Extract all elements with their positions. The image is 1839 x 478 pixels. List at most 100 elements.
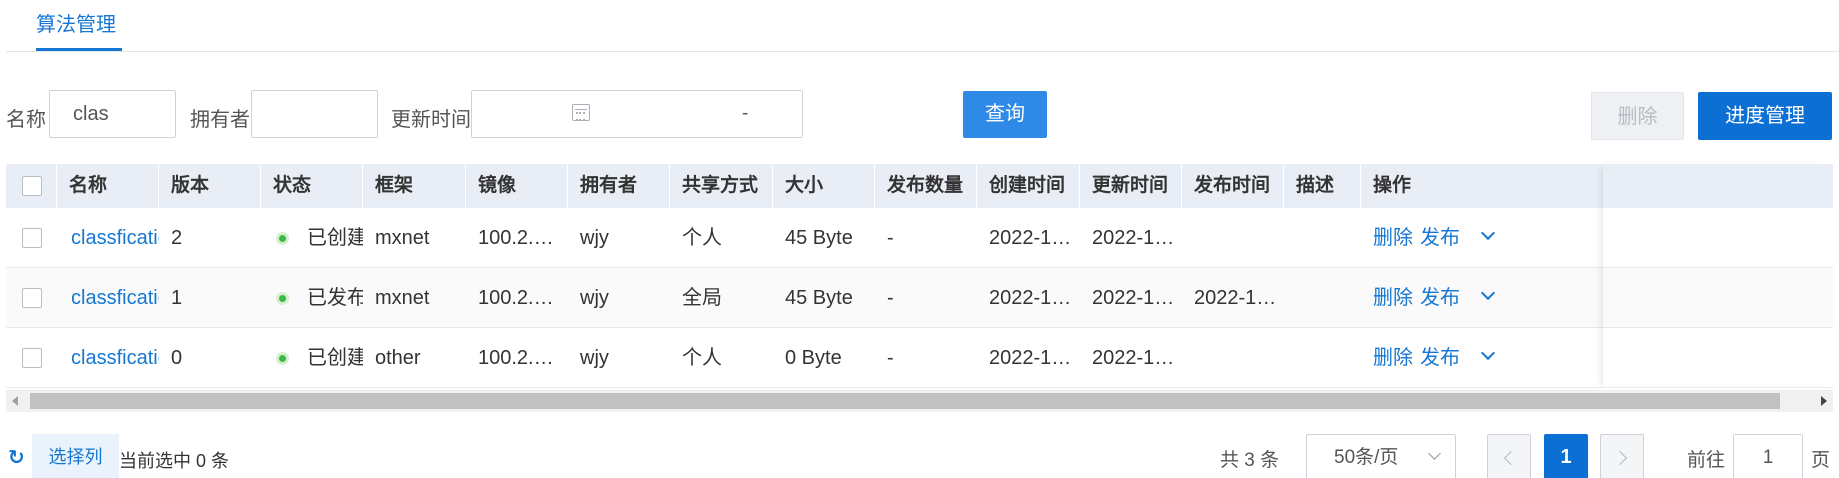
- status-text: 已创建: [307, 347, 363, 369]
- version-cell: 0: [171, 347, 183, 369]
- row-publish-link[interactable]: 发布: [1420, 328, 1460, 388]
- progress-management-button[interactable]: 进度管理: [1698, 92, 1832, 140]
- status-dot-icon: [276, 232, 289, 245]
- share-cell: 个人: [682, 347, 722, 369]
- status-dot-icon: [276, 292, 289, 305]
- framework-cell: mxnet: [375, 227, 430, 249]
- prev-page-button[interactable]: [1487, 434, 1531, 478]
- row-checkbox[interactable]: [22, 288, 42, 308]
- algorithm-name-link[interactable]: classficatio: [59, 328, 159, 388]
- status-text: 已创建: [307, 227, 363, 249]
- name-filter-label: 名称: [6, 109, 46, 131]
- next-page-button[interactable]: [1600, 434, 1644, 478]
- size-cell: 0 Byte: [785, 347, 842, 369]
- date-range-picker[interactable]: [471, 90, 803, 138]
- updated-time-cell: 2022-1…: [1092, 347, 1175, 369]
- total-count: 共 3 条: [1220, 450, 1280, 471]
- column-header: 描述: [1284, 164, 1361, 208]
- size-cell: 45 Byte: [785, 227, 853, 249]
- chevron-left-icon: [1503, 450, 1519, 466]
- column-header: 镜像: [466, 164, 568, 208]
- created-time-cell: 2022-1…: [989, 347, 1072, 369]
- goto-label: 前往: [1687, 450, 1726, 471]
- description-cell: [1284, 328, 1361, 388]
- size-cell: 45 Byte: [785, 287, 853, 309]
- row-checkbox[interactable]: [22, 348, 42, 368]
- page-size-value: 50条/页: [1334, 447, 1399, 468]
- query-button[interactable]: 查询: [963, 91, 1047, 138]
- table-header: 名称 版本 状态 框架 镜像 拥有者 共享方式 大小 发布数量 创建时间 更新时…: [6, 164, 1833, 208]
- scroll-right-arrow-icon[interactable]: [1821, 396, 1827, 406]
- chevron-down-icon[interactable]: [1480, 285, 1496, 301]
- column-select-button[interactable]: 选择列: [32, 434, 119, 478]
- select-all-checkbox[interactable]: [22, 176, 42, 196]
- created-time-cell: 2022-1…: [989, 287, 1072, 309]
- publish-count-cell: -: [887, 227, 894, 249]
- selected-count-text: 当前选中 0 条: [119, 451, 230, 471]
- column-header: 名称: [57, 164, 159, 208]
- chevron-down-icon[interactable]: [1480, 225, 1496, 241]
- share-cell: 个人: [682, 227, 722, 249]
- share-cell: 全局: [682, 287, 722, 309]
- framework-cell: other: [375, 347, 421, 369]
- row-select-cell: [6, 328, 57, 388]
- column-header: 共享方式: [670, 164, 773, 208]
- published-time-cell: [1182, 208, 1284, 268]
- column-header: 版本: [159, 164, 261, 208]
- algorithm-name-link[interactable]: classficatio: [59, 268, 159, 328]
- goto-page-input[interactable]: 1: [1733, 434, 1803, 478]
- row-publish-link[interactable]: 发布: [1420, 208, 1460, 268]
- column-header: 创建时间: [977, 164, 1080, 208]
- refresh-icon[interactable]: ↻: [8, 445, 25, 470]
- owner-cell: wjy: [580, 347, 609, 369]
- publish-count-cell: -: [887, 287, 894, 309]
- row-select-cell: [6, 208, 57, 268]
- publish-count-cell: -: [887, 347, 894, 369]
- owner-filter-input[interactable]: [251, 90, 378, 138]
- row-checkbox[interactable]: [22, 228, 42, 248]
- tab-algorithm-management[interactable]: 算法管理: [36, 8, 116, 37]
- version-cell: 2: [171, 227, 183, 249]
- tab-divider: [6, 51, 1839, 52]
- row-delete-link[interactable]: 删除: [1373, 268, 1413, 328]
- row-select-cell: [6, 268, 57, 328]
- row-delete-link[interactable]: 删除: [1373, 208, 1413, 268]
- status-text: 已发布: [307, 287, 363, 309]
- image-cell: 100.2.…: [478, 287, 554, 309]
- column-header: 操作: [1373, 175, 1412, 196]
- status-cell: 已创建: [261, 208, 363, 268]
- chevron-down-icon: [1428, 447, 1441, 460]
- name-filter-input[interactable]: clas: [49, 90, 176, 138]
- description-cell: [1284, 208, 1361, 268]
- operations-cell: 删除 发布: [1361, 208, 1833, 268]
- owner-filter-label: 拥有者: [190, 109, 250, 131]
- horizontal-scrollbar[interactable]: [6, 390, 1833, 412]
- scroll-left-arrow-icon[interactable]: [12, 396, 18, 406]
- published-time-cell: 2022-1…: [1194, 287, 1277, 309]
- row-publish-link[interactable]: 发布: [1420, 268, 1460, 328]
- page-size-select[interactable]: 50条/页: [1306, 434, 1456, 478]
- chevron-down-icon[interactable]: [1480, 345, 1496, 361]
- column-header: 发布时间: [1182, 164, 1284, 208]
- operations-cell: 删除 发布: [1361, 328, 1833, 388]
- status-dot-icon: [276, 352, 289, 365]
- column-header: 更新时间: [1080, 164, 1182, 208]
- version-cell: 1: [171, 287, 183, 309]
- column-header: 拥有者: [568, 164, 670, 208]
- algorithm-name-link[interactable]: classficatio: [59, 208, 159, 268]
- batch-delete-button[interactable]: 删除: [1591, 92, 1684, 140]
- current-page-button[interactable]: 1: [1544, 434, 1588, 478]
- column-header: 发布数量: [875, 164, 977, 208]
- owner-cell: wjy: [580, 227, 609, 249]
- scrollbar-thumb[interactable]: [30, 393, 1780, 409]
- select-all-cell: [6, 164, 57, 208]
- published-time-cell: [1182, 328, 1284, 388]
- row-delete-link[interactable]: 删除: [1373, 328, 1413, 388]
- status-cell: 已发布: [261, 268, 363, 328]
- update-time-label: 更新时间: [391, 109, 471, 131]
- date-range-separator: -: [742, 103, 749, 124]
- image-cell: 100.2.…: [478, 347, 554, 369]
- operations-cell: 删除 发布: [1361, 268, 1833, 328]
- goto-unit-label: 页: [1811, 450, 1831, 471]
- table-row: classficatio 2 已创建 mxnet 100.2.… wjy 个人 …: [6, 208, 1833, 268]
